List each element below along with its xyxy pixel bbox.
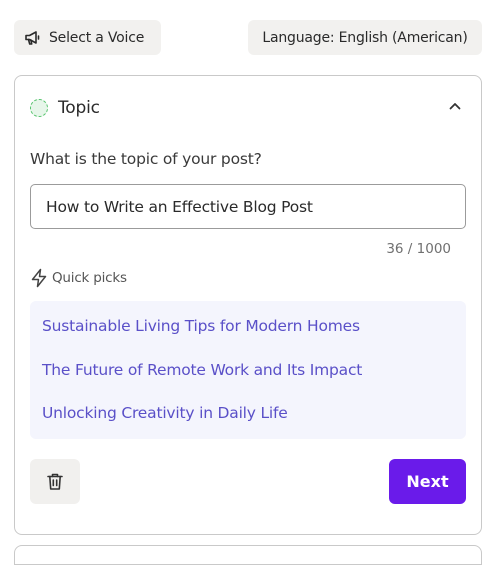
select-voice-label: Select a Voice bbox=[49, 29, 145, 46]
next-button[interactable]: Next bbox=[389, 459, 466, 504]
language-button[interactable]: Language: English (American) bbox=[248, 20, 482, 55]
quick-pick-item[interactable]: The Future of Remote Work and Its Impact bbox=[42, 357, 454, 401]
quick-pick-item[interactable]: Unlocking Creativity in Daily Life bbox=[42, 400, 454, 444]
topic-card: Topic What is the topic of your post? 36… bbox=[14, 75, 482, 535]
topic-title: Topic bbox=[58, 98, 100, 118]
topic-header[interactable]: Topic bbox=[30, 98, 100, 118]
quick-pick-item[interactable]: Sustainable Living Tips for Modern Homes bbox=[42, 313, 454, 357]
chevron-up-icon[interactable] bbox=[449, 102, 461, 110]
quick-picks-list: Sustainable Living Tips for Modern Homes… bbox=[30, 301, 466, 439]
language-label: Language: English (American) bbox=[262, 29, 468, 46]
megaphone-icon bbox=[25, 30, 40, 45]
topic-question: What is the topic of your post? bbox=[30, 150, 262, 168]
delete-button[interactable] bbox=[30, 459, 80, 504]
topic-status-icon bbox=[30, 99, 48, 117]
quick-picks-label: Quick picks bbox=[52, 270, 127, 286]
character-counter: 36 / 1000 bbox=[386, 241, 451, 257]
quick-picks-header: Quick picks bbox=[30, 268, 127, 288]
lightning-icon bbox=[31, 268, 47, 288]
topic-input[interactable] bbox=[30, 184, 466, 229]
next-card-edge bbox=[14, 545, 482, 565]
trash-icon bbox=[47, 473, 63, 490]
select-voice-button[interactable]: Select a Voice bbox=[14, 20, 161, 55]
